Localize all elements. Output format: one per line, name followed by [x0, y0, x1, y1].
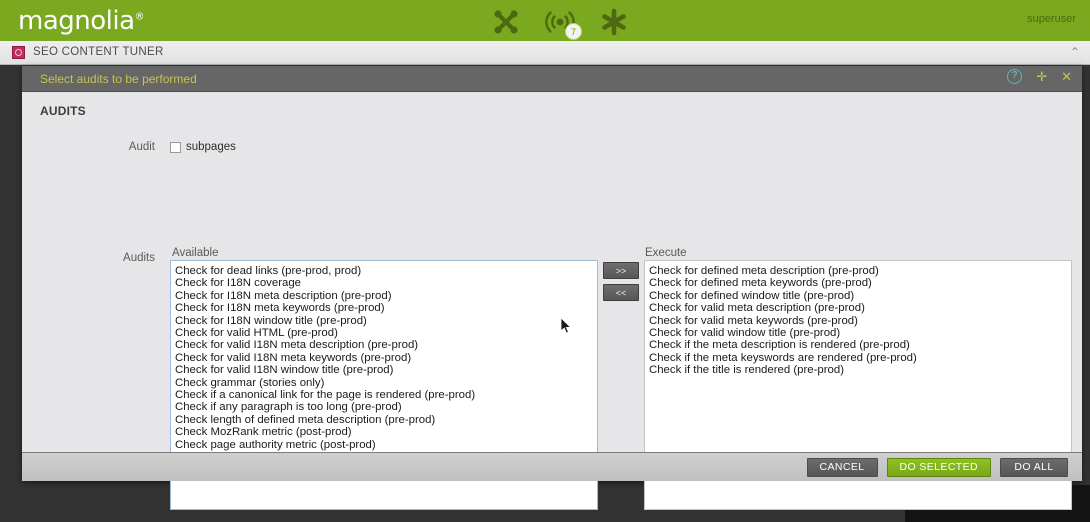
- execute-audit-item[interactable]: Check for defined meta keywords (pre-pro…: [645, 277, 1071, 289]
- chevron-up-icon[interactable]: ⌃: [1070, 45, 1080, 59]
- app-header: magnolia®: [0, 0, 1090, 41]
- execute-list-header: Execute: [645, 247, 687, 259]
- move-right-button[interactable]: >>: [603, 262, 639, 279]
- execute-audit-item[interactable]: Check if the meta description is rendere…: [645, 339, 1071, 351]
- audit-field-row: Audit subpages: [22, 141, 1082, 161]
- page-title: AUDITS: [40, 104, 86, 118]
- available-audit-item[interactable]: Check for I18N window title (pre-prod): [171, 315, 597, 327]
- execute-audit-item[interactable]: Check if the title is rendered (pre-prod…: [645, 364, 1071, 376]
- subpages-checkbox-group[interactable]: subpages: [170, 141, 236, 153]
- available-audit-item[interactable]: Check for I18N coverage: [171, 277, 597, 289]
- help-icon[interactable]: ?: [1007, 69, 1022, 84]
- available-audit-item[interactable]: Check for valid I18N meta keywords (pre-…: [171, 352, 597, 364]
- execute-audit-item[interactable]: Check if the meta keyswords are rendered…: [645, 352, 1071, 364]
- pulse-apps-icon[interactable]: [490, 6, 522, 38]
- execute-audit-item[interactable]: Check for defined window title (pre-prod…: [645, 290, 1071, 302]
- available-audit-item[interactable]: Check for valid HTML (pre-prod): [171, 327, 597, 339]
- cancel-button[interactable]: CANCEL: [807, 458, 878, 477]
- logo-text: magnolia: [18, 6, 135, 36]
- asterisk-favorites-icon[interactable]: [598, 6, 630, 38]
- available-audit-item[interactable]: Check for valid I18N meta description (p…: [171, 339, 597, 351]
- seo-tuner-icon: [12, 46, 25, 59]
- close-icon[interactable]: ✕: [1061, 69, 1072, 84]
- available-audits-list: Check for dead links (pre-prod, prod)Che…: [171, 261, 597, 464]
- do-all-button[interactable]: DO ALL: [1000, 458, 1068, 477]
- dialog-footer-buttons: CANCEL DO SELECTED DO ALL: [807, 458, 1069, 477]
- screen: magnolia®: [0, 0, 1090, 522]
- execute-audit-item[interactable]: Check for valid meta keywords (pre-prod): [645, 315, 1071, 327]
- available-audit-item[interactable]: Check MozRank metric (post-prod): [171, 426, 597, 438]
- execute-audits-list: Check for defined meta description (pre-…: [645, 261, 1071, 377]
- pulse-messages-icon[interactable]: 7: [544, 6, 576, 38]
- available-list-header: Available: [172, 247, 218, 259]
- available-audit-item[interactable]: Check for valid I18N window title (pre-p…: [171, 364, 597, 376]
- dialog-title-bar: Select audits to be performed ? ✛ ✕: [22, 66, 1082, 92]
- audits-field-label: Audits: [119, 252, 155, 264]
- move-left-button[interactable]: <<: [603, 284, 639, 301]
- mouse-cursor: [561, 318, 573, 336]
- magnolia-logo[interactable]: magnolia®: [18, 6, 144, 36]
- available-audit-item[interactable]: Check if any paragraph is too long (pre-…: [171, 401, 597, 413]
- transfer-buttons: >> <<: [603, 262, 639, 301]
- do-selected-button[interactable]: DO SELECTED: [887, 458, 992, 477]
- audit-field-label: Audit: [119, 141, 155, 153]
- execute-audit-item[interactable]: Check for defined meta description (pre-…: [645, 265, 1071, 277]
- app-tab-bar: SEO CONTENT TUNER ⌃: [0, 41, 1090, 65]
- execute-audit-item[interactable]: Check for valid meta description (pre-pr…: [645, 302, 1071, 314]
- dialog-body: AUDITS Audit subpages Audits Available E…: [22, 92, 1082, 452]
- available-audit-item[interactable]: Check length of defined meta description…: [171, 414, 597, 426]
- subpages-checkbox-label[interactable]: subpages: [186, 141, 236, 153]
- pulse-badge-count: 7: [565, 23, 582, 40]
- available-audit-item[interactable]: Check if a canonical link for the page i…: [171, 389, 597, 401]
- available-audit-item[interactable]: Check grammar (stories only): [171, 377, 597, 389]
- available-audit-item[interactable]: Check for I18N meta keywords (pre-prod): [171, 302, 597, 314]
- dialog-footer: CANCEL DO SELECTED DO ALL: [22, 452, 1082, 481]
- available-audit-item[interactable]: Check for I18N meta description (pre-pro…: [171, 290, 597, 302]
- app-tab-title[interactable]: SEO CONTENT TUNER: [33, 46, 164, 58]
- available-audit-item[interactable]: Check page authority metric (post-prod): [171, 439, 597, 451]
- app-header-icons: 7: [490, 4, 620, 40]
- dialog-title: Select audits to be performed: [40, 72, 197, 86]
- available-audit-item[interactable]: Check for dead links (pre-prod, prod): [171, 265, 597, 277]
- audits-dialog: Select audits to be performed ? ✛ ✕ AUDI…: [22, 66, 1082, 481]
- dialog-title-actions: ? ✛ ✕: [1007, 69, 1072, 84]
- subpages-checkbox[interactable]: [170, 142, 181, 153]
- logo-registered-mark: ®: [135, 11, 145, 22]
- execute-audit-item[interactable]: Check for valid window title (pre-prod): [645, 327, 1071, 339]
- current-user-label[interactable]: superuser: [1027, 13, 1076, 25]
- maximize-icon[interactable]: ✛: [1036, 69, 1047, 84]
